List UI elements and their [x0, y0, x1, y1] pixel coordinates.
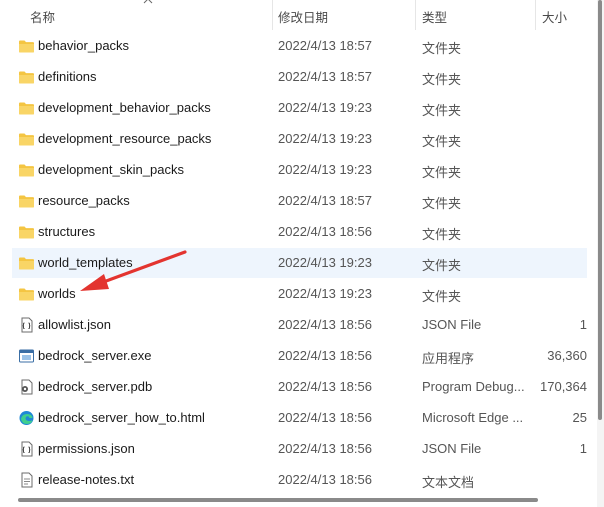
file-row[interactable]: resource_packs 2022/4/13 18:57 文件夹 — [12, 186, 587, 216]
file-size: 36,360 — [547, 348, 587, 363]
file-size: 170,364 — [540, 379, 587, 394]
json-file-icon — [21, 317, 33, 333]
file-row[interactable]: bedrock_server_how_to.html 2022/4/13 18:… — [12, 403, 587, 433]
folder-icon — [19, 40, 34, 53]
column-divider[interactable] — [415, 0, 416, 30]
column-header-date[interactable]: 修改日期 — [278, 7, 328, 26]
text-file-icon — [21, 472, 33, 488]
column-divider[interactable] — [272, 0, 273, 30]
file-row-hovered[interactable]: world_templates 2022/4/13 19:23 文件夹 — [12, 248, 587, 278]
column-header: 名称 修改日期 类型 大小 — [0, 0, 604, 30]
file-type: 应用程序 — [422, 351, 475, 366]
file-type: 文件夹 — [422, 289, 462, 304]
file-type: 文件夹 — [422, 165, 462, 180]
file-name: development_skin_packs — [38, 162, 184, 177]
pdb-file-icon — [21, 379, 33, 395]
file-name: worlds — [38, 286, 76, 301]
file-name: world_templates — [38, 255, 133, 270]
file-date: 2022/4/13 18:56 — [278, 224, 372, 239]
file-row[interactable]: allowlist.json 2022/4/13 18:56 JSON File… — [12, 310, 587, 340]
file-row[interactable]: definitions 2022/4/13 18:57 文件夹 — [12, 62, 587, 92]
edge-icon — [19, 411, 34, 425]
file-type: 文件夹 — [422, 41, 462, 56]
folder-icon — [19, 226, 34, 239]
file-row[interactable]: development_resource_packs 2022/4/13 19:… — [12, 124, 587, 154]
file-name: definitions — [38, 69, 97, 84]
folder-icon — [19, 195, 34, 208]
file-row[interactable]: development_behavior_packs 2022/4/13 19:… — [12, 93, 587, 123]
file-date: 2022/4/13 18:57 — [278, 38, 372, 53]
json-file-icon — [21, 441, 33, 457]
file-name: bedrock_server.exe — [38, 348, 152, 363]
file-name: resource_packs — [38, 193, 130, 208]
file-row[interactable]: structures 2022/4/13 18:56 文件夹 — [12, 217, 587, 247]
file-row[interactable]: behavior_packs 2022/4/13 18:57 文件夹 — [12, 31, 587, 61]
file-date: 2022/4/13 19:23 — [278, 100, 372, 115]
folder-icon — [19, 102, 34, 115]
column-header-type[interactable]: 类型 — [422, 7, 447, 26]
file-type: 文件夹 — [422, 227, 462, 242]
file-date: 2022/4/13 19:23 — [278, 286, 372, 301]
file-date: 2022/4/13 19:23 — [278, 162, 372, 177]
file-name: permissions.json — [38, 441, 135, 456]
file-type: Microsoft Edge ... — [422, 410, 524, 425]
file-type: 文件夹 — [422, 196, 462, 211]
file-type: 文件夹 — [422, 134, 462, 149]
file-type: 文本文档 — [422, 475, 475, 490]
file-name: structures — [38, 224, 96, 239]
file-name: behavior_packs — [38, 38, 130, 53]
file-row[interactable]: bedrock_server.pdb 2022/4/13 18:56 Progr… — [12, 372, 587, 402]
file-name: development_behavior_packs — [38, 100, 211, 115]
horizontal-scrollbar-thumb[interactable] — [18, 498, 538, 502]
folder-icon — [19, 288, 34, 301]
folder-icon — [19, 164, 34, 177]
file-date: 2022/4/13 18:56 — [278, 441, 372, 456]
folder-icon — [19, 71, 34, 84]
column-header-name[interactable]: 名称 — [30, 7, 55, 26]
file-size: 1 — [579, 317, 587, 332]
file-type: JSON File — [422, 441, 482, 456]
file-size: 1 — [579, 441, 587, 456]
file-type: JSON File — [422, 317, 482, 332]
file-name: bedrock_server_how_to.html — [38, 410, 205, 425]
file-date: 2022/4/13 18:56 — [278, 472, 372, 487]
file-row[interactable]: release-notes.txt 2022/4/13 18:56 文本文档 — [12, 465, 587, 495]
file-type: 文件夹 — [422, 103, 462, 118]
file-date: 2022/4/13 19:23 — [278, 255, 372, 270]
exe-icon — [19, 349, 34, 363]
folder-icon — [19, 257, 34, 270]
file-size: 25 — [572, 410, 587, 425]
file-date: 2022/4/13 18:56 — [278, 348, 372, 363]
file-row[interactable]: worlds 2022/4/13 19:23 文件夹 — [12, 279, 587, 309]
file-name: release-notes.txt — [38, 472, 135, 487]
file-date: 2022/4/13 18:56 — [278, 317, 372, 332]
file-name: bedrock_server.pdb — [38, 379, 153, 394]
file-row[interactable]: permissions.json 2022/4/13 18:56 JSON Fi… — [12, 434, 587, 464]
vertical-scrollbar-thumb[interactable] — [598, 0, 602, 420]
file-date: 2022/4/13 18:56 — [278, 379, 372, 394]
file-name: development_resource_packs — [38, 131, 212, 146]
file-date: 2022/4/13 18:57 — [278, 193, 372, 208]
column-divider[interactable] — [535, 0, 536, 30]
file-name: allowlist.json — [38, 317, 111, 332]
folder-icon — [19, 133, 34, 146]
column-header-size[interactable]: 大小 — [542, 7, 567, 26]
sort-ascending-icon — [143, 0, 153, 4]
file-row[interactable]: development_skin_packs 2022/4/13 19:23 文… — [12, 155, 587, 185]
file-date: 2022/4/13 18:56 — [278, 410, 372, 425]
file-type: 文件夹 — [422, 258, 462, 273]
file-date: 2022/4/13 18:57 — [278, 69, 372, 84]
file-type: 文件夹 — [422, 72, 462, 87]
file-type: Program Debug... — [422, 379, 525, 394]
file-date: 2022/4/13 19:23 — [278, 131, 372, 146]
file-row[interactable]: bedrock_server.exe 2022/4/13 18:56 应用程序 … — [12, 341, 587, 371]
